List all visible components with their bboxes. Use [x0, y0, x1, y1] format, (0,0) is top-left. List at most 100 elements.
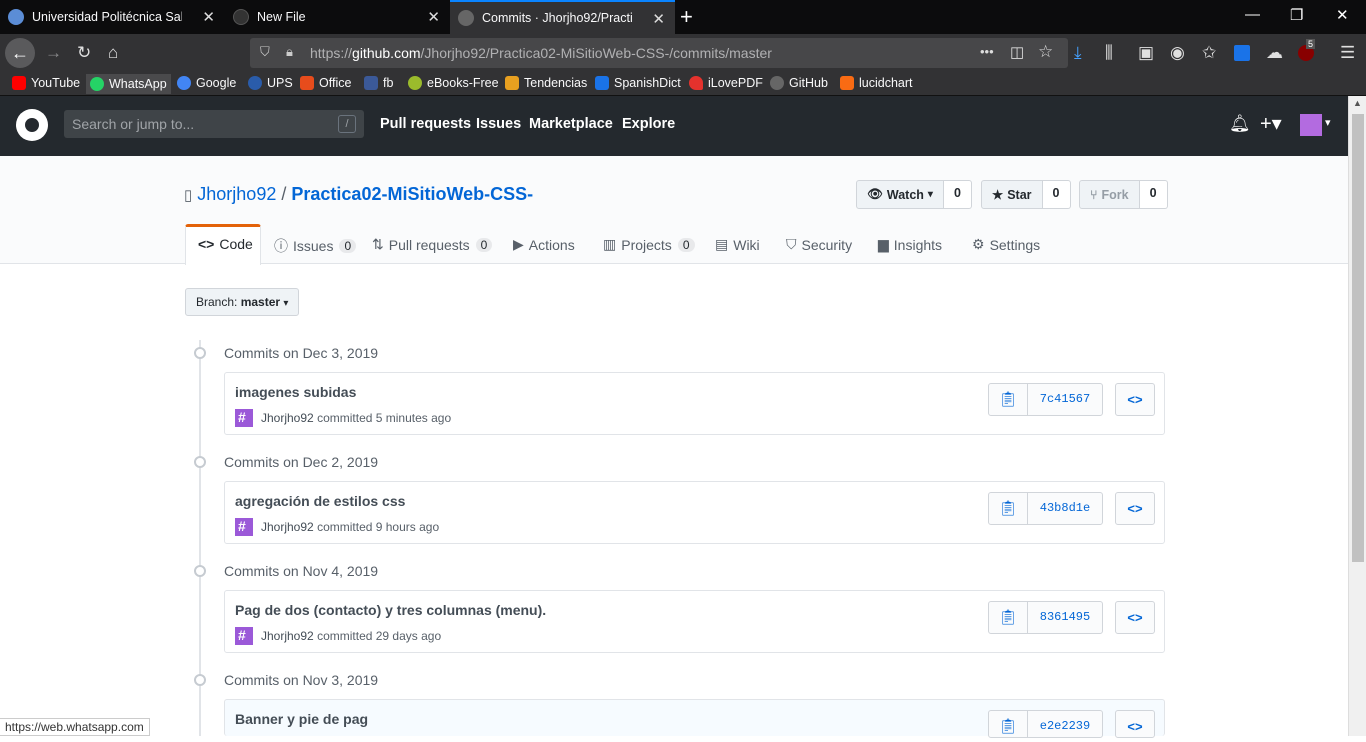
bookmark-google[interactable]: Google — [177, 76, 236, 90]
copy-sha-button[interactable]: 📋︎ — [988, 492, 1028, 525]
nav-issues[interactable]: Issues — [476, 116, 521, 132]
extension-icon[interactable]: ☁ — [1266, 43, 1283, 63]
bookmark-lucidchart[interactable]: lucidchart — [840, 76, 913, 90]
github-logo-icon[interactable] — [16, 109, 48, 141]
tab-code[interactable]: <> Code — [198, 236, 253, 252]
restore-icon[interactable]: ❐ — [1290, 6, 1303, 24]
commit-sha-link[interactable]: 7c41567 — [1027, 383, 1103, 416]
branch-value: master — [240, 295, 281, 309]
branch-selector[interactable]: Branch: master ▾ — [185, 288, 300, 316]
sidebar-icon[interactable]: ▣ — [1138, 43, 1154, 63]
repo-owner-link[interactable]: Jhorjho92 — [197, 184, 276, 204]
reload-icon[interactable]: ↻ — [77, 43, 91, 63]
ublock-icon[interactable]: 5 — [1298, 39, 1316, 61]
scrollbar-thumb[interactable] — [1352, 114, 1364, 562]
browse-files-button[interactable]: <> — [1115, 601, 1155, 634]
avatar[interactable] — [235, 409, 253, 427]
star-button[interactable]: ★ Star — [981, 180, 1043, 209]
account-icon[interactable]: ◉ — [1170, 43, 1185, 63]
search-input[interactable]: Search or jump to... / — [64, 110, 364, 138]
watch-count[interactable]: 0 — [943, 180, 972, 209]
tab-settings[interactable]: ⚙ Settings — [972, 236, 1040, 253]
bookmark-youtube[interactable]: YouTube — [12, 76, 80, 90]
plus-dropdown-icon[interactable]: +▾ — [1260, 111, 1282, 136]
avatar[interactable] — [235, 627, 253, 645]
bookmark-ups[interactable]: UPS — [248, 76, 293, 90]
tab-security[interactable]: ⛉ Security — [786, 236, 852, 253]
bookmark-office[interactable]: Office — [300, 76, 351, 90]
page-scrollbar[interactable]: ▲ — [1348, 96, 1366, 736]
tab-issues[interactable]: ⓘ Issues 0 — [274, 236, 357, 256]
download-icon[interactable]: ⤓ — [1074, 43, 1082, 63]
chevron-down-icon[interactable]: ▾ — [1325, 116, 1331, 129]
bookmark-star-icon[interactable]: ☆ — [1038, 42, 1053, 62]
fork-count[interactable]: 0 — [1139, 180, 1168, 209]
commit-message-link[interactable]: imagenes subidas — [235, 384, 356, 400]
bookmark-github[interactable]: GitHub — [770, 76, 828, 90]
copy-sha-button[interactable]: 📋︎ — [988, 601, 1028, 634]
github-favicon-icon — [233, 9, 249, 25]
repo-header: ▯ Jhorjho92 / Practica02-MiSitioWeb-CSS-… — [0, 156, 1348, 265]
commit-message-link[interactable]: agregación de estilos css — [235, 493, 405, 509]
close-tab-icon[interactable]: ✕ — [202, 8, 215, 26]
menu-icon[interactable]: ☰ — [1340, 43, 1355, 63]
forward-arrow-icon[interactable]: → — [45, 43, 62, 63]
fork-button[interactable]: ⑂ Fork — [1079, 180, 1140, 209]
commit-sha-link[interactable]: e2e2239 — [1027, 710, 1103, 738]
close-window-icon[interactable]: ✕ — [1336, 6, 1349, 24]
commit-message-link[interactable]: Pag de dos (contacto) y tres columnas (m… — [235, 602, 546, 618]
nav-explore[interactable]: Explore — [622, 116, 675, 132]
spanishdict-extension-icon[interactable] — [1234, 45, 1250, 61]
browser-tab[interactable]: New File ✕ — [225, 0, 450, 34]
star-count[interactable]: 0 — [1042, 180, 1071, 209]
lock-icon[interactable]: 🔒︎ — [286, 44, 293, 60]
tab-insights[interactable]: ▆ Insights — [878, 236, 942, 253]
extension-star-icon[interactable]: ✩ — [1202, 43, 1216, 63]
commit-group-icon — [194, 674, 206, 686]
commit-message-link[interactable]: Banner y pie de pag — [235, 711, 368, 727]
url-text[interactable]: https://github.com/Jhorjho92/Practica02-… — [310, 45, 772, 61]
library-icon[interactable]: ⫼ — [1105, 43, 1113, 63]
nav-pull-requests[interactable]: Pull requests — [380, 116, 471, 132]
tab-projects[interactable]: ▥ Projects 0 — [603, 236, 695, 253]
commit-author-link[interactable]: Jhorjho92 — [261, 629, 314, 643]
tab-actions[interactable]: ▶ Actions — [513, 236, 575, 253]
tab-pull-requests[interactable]: ⇅ Pull requests 0 — [372, 236, 493, 253]
back-arrow-icon[interactable]: ← — [5, 38, 35, 68]
github-icon — [770, 76, 784, 90]
close-tab-icon[interactable]: ✕ — [427, 8, 440, 26]
close-tab-icon[interactable]: ✕ — [652, 10, 665, 28]
new-tab-icon[interactable]: + — [680, 4, 693, 30]
nav-marketplace[interactable]: Marketplace — [529, 116, 613, 132]
bell-icon[interactable]: 🔔︎ — [1229, 114, 1251, 134]
browse-files-button[interactable]: <> — [1115, 492, 1155, 525]
browse-files-button[interactable]: <> — [1115, 710, 1155, 738]
commit-sha-link[interactable]: 8361495 — [1027, 601, 1103, 634]
tab-wiki[interactable]: ▤ Wiki — [715, 236, 760, 253]
bookmark-spanishdict[interactable]: SpanishDict — [595, 76, 681, 90]
bookmark-ilovepdf[interactable]: iLovePDF — [689, 76, 763, 90]
bookmark-ebooks[interactable]: eBooks-Free — [408, 76, 499, 90]
shield-icon[interactable]: ⛉ — [260, 44, 270, 60]
avatar[interactable] — [235, 518, 253, 536]
page-actions-icon[interactable]: ••• — [980, 44, 994, 59]
watch-button[interactable]: 👁︎ Watch ▾ — [856, 180, 944, 209]
commit-sha-link[interactable]: 43b8d1e — [1027, 492, 1103, 525]
home-icon[interactable]: ⌂ — [108, 43, 118, 63]
copy-sha-button[interactable]: 📋︎ — [988, 710, 1028, 738]
commit-author-link[interactable]: Jhorjho92 — [261, 411, 314, 425]
copy-sha-button[interactable]: 📋︎ — [988, 383, 1028, 416]
browser-tab[interactable]: Universidad Politécnica Salesian ✕ — [0, 0, 225, 34]
bookmark-tendencias[interactable]: Tendencias — [505, 76, 587, 90]
commit-author-link[interactable]: Jhorjho92 — [261, 520, 314, 534]
repo-name-link[interactable]: Practica02-MiSitioWeb-CSS- — [291, 184, 533, 204]
avatar[interactable] — [1300, 114, 1322, 136]
minimize-icon[interactable]: — — [1245, 6, 1260, 23]
browse-files-button[interactable]: <> — [1115, 383, 1155, 416]
url-bar[interactable]: ⛉ 🔒︎ https://github.com/Jhorjho92/Practi… — [250, 38, 1068, 68]
pocket-icon[interactable]: ◫ — [1010, 43, 1024, 61]
bookmark-whatsapp[interactable]: WhatsApp — [86, 74, 171, 94]
browser-tab-active[interactable]: Commits · Jhorjho92/Practica02 ✕ — [450, 0, 675, 34]
bookmark-fb[interactable]: fb — [364, 76, 393, 90]
scroll-up-icon[interactable]: ▲ — [1353, 98, 1362, 108]
